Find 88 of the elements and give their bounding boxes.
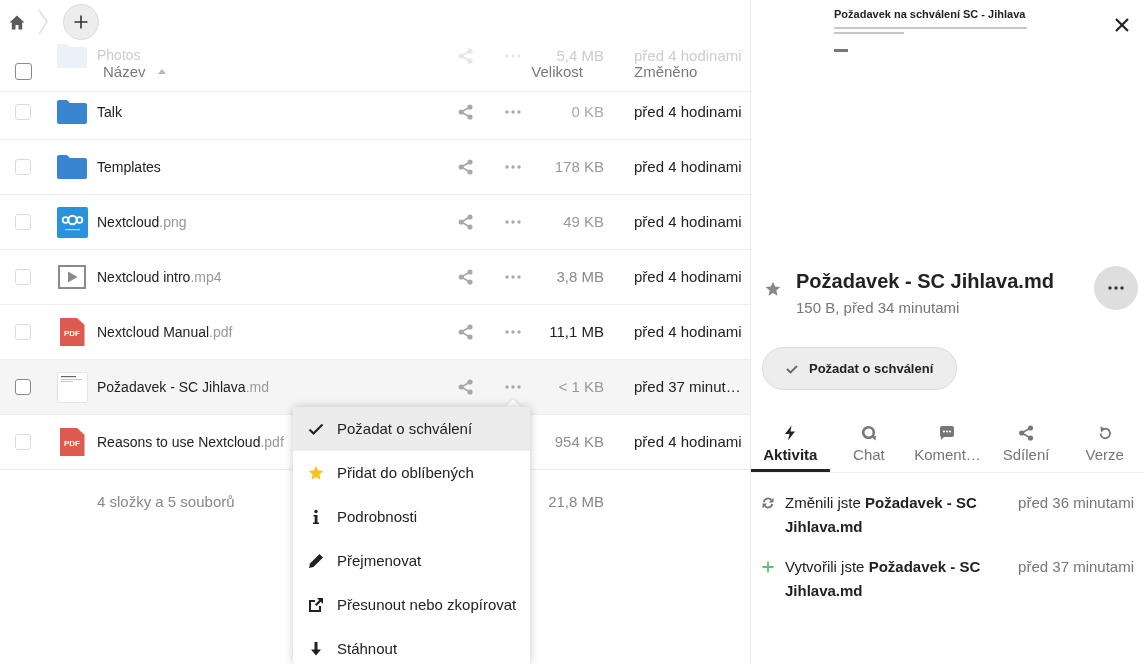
- file-size: < 1 KB: [558, 376, 604, 397]
- menu-item[interactable]: Podrobnosti: [293, 495, 530, 539]
- share-icon[interactable]: [457, 379, 473, 395]
- more-icon[interactable]: [505, 385, 521, 389]
- file-meta: 150 B, před 34 minutami: [796, 298, 960, 318]
- check-icon: [308, 421, 324, 437]
- file-size: 954 KB: [554, 431, 604, 452]
- checkbox[interactable]: [15, 379, 31, 395]
- column-header[interactable]: Velikost: [531, 63, 583, 79]
- more-icon[interactable]: [505, 165, 521, 169]
- file-name[interactable]: Nextcloud intro.mp4: [97, 266, 222, 288]
- more-icon: [1108, 286, 1124, 290]
- more-icon[interactable]: [505, 110, 521, 114]
- pdf-file-icon: PDF: [59, 428, 85, 456]
- total-size: 21,8 MB: [548, 491, 604, 512]
- add-button[interactable]: [63, 4, 99, 40]
- tab[interactable]: Verze: [1065, 420, 1144, 472]
- star-icon: [308, 465, 324, 481]
- file-name[interactable]: Nextcloud.png: [97, 211, 187, 233]
- image-thumbnail-icon: [56, 206, 88, 238]
- menu-item[interactable]: Stáhnout: [293, 627, 530, 664]
- share-icon: [1018, 425, 1035, 441]
- file-name[interactable]: Nextcloud Manual.pdf: [97, 321, 233, 343]
- menu-item[interactable]: Požadat o schválení: [293, 407, 530, 451]
- tab[interactable]: Koment…: [908, 420, 987, 472]
- plus-icon: [74, 15, 88, 29]
- pdf-file-icon: PDF: [59, 318, 85, 346]
- tab[interactable]: Chat: [829, 420, 909, 472]
- more-icon[interactable]: [505, 275, 521, 279]
- chat-bubble-icon: [860, 425, 877, 441]
- file-count-summary: 4 složky a 5 souborů: [97, 491, 235, 512]
- check-icon: [786, 362, 798, 375]
- file-size: 178 KB: [554, 156, 604, 177]
- file-size: 3,8 MB: [556, 266, 604, 287]
- file-row[interactable]: Požadavek - SC Jihlava.md < 1 KB před 37 minut…: [0, 360, 750, 415]
- comment-icon: [939, 425, 956, 441]
- favorite-star-icon[interactable]: [765, 281, 781, 297]
- folder-icon: [57, 100, 87, 124]
- modified-time: před 4 hodinami: [634, 266, 742, 287]
- close-icon[interactable]: [1115, 18, 1129, 32]
- refresh-icon: [762, 497, 774, 509]
- activity-time: před 36 minutami: [1018, 493, 1134, 513]
- file-name[interactable]: Templates: [97, 156, 161, 178]
- modified-time: před 4 hodinami: [634, 321, 742, 342]
- file-name[interactable]: Talk: [97, 101, 122, 123]
- share-icon[interactable]: [457, 159, 473, 175]
- file-size: 11,1 MB: [549, 321, 604, 342]
- more-icon[interactable]: [505, 220, 521, 224]
- pencil-icon: [308, 553, 324, 569]
- more-icon[interactable]: [505, 53, 521, 58]
- modified-time: před 4 hodinami: [634, 156, 742, 177]
- column-header[interactable]: Název: [103, 63, 166, 79]
- file-name[interactable]: Požadavek - SC Jihlava.md: [97, 376, 269, 398]
- sort-arrow-icon: [157, 68, 166, 74]
- file-title: Požadavek - SC Jihlava.md: [796, 269, 1054, 294]
- activity-time: před 37 minutami: [1018, 557, 1134, 577]
- tab[interactable]: Sdílení: [986, 420, 1066, 472]
- modified-time: před 4 hodinami: [634, 211, 742, 232]
- share-icon[interactable]: [457, 324, 473, 340]
- share-icon[interactable]: [457, 214, 473, 230]
- external-link-icon: [308, 597, 324, 613]
- file-size: 0 KB: [571, 101, 604, 122]
- file-size: 49 KB: [563, 211, 604, 232]
- activity-text: Vytvořili jste Požadavek - SC Jihlava.md: [785, 557, 982, 601]
- select-all-checkbox[interactable]: [15, 62, 32, 80]
- folder-icon: [57, 155, 87, 179]
- more-button[interactable]: [1094, 266, 1138, 310]
- file-name[interactable]: Reasons to use Nextcloud.pdf: [97, 431, 284, 453]
- video-file-icon: [58, 265, 86, 289]
- preview-title: Požadavek na schválení SC - Jihlava: [834, 7, 1026, 22]
- share-icon[interactable]: [457, 47, 473, 64]
- breadcrumb-separator-icon: [38, 9, 48, 35]
- plus-icon: [762, 561, 774, 573]
- document-thumbnail-icon: [56, 371, 88, 403]
- home-icon[interactable]: [9, 14, 25, 30]
- approval-request-button[interactable]: Požadat o schválení: [762, 347, 958, 390]
- share-icon[interactable]: [457, 269, 473, 285]
- share-icon[interactable]: [457, 104, 473, 120]
- more-icon[interactable]: [505, 330, 521, 334]
- tab[interactable]: Aktivita: [751, 420, 830, 472]
- modified-time: před 37 minut…: [634, 376, 741, 397]
- menu-item[interactable]: Přidat do oblíbených: [293, 451, 530, 495]
- menu-item[interactable]: Přesunout nebo zkopírovat: [293, 583, 530, 627]
- activity-text: Změnili jste Požadavek - SC Jihlava.md: [785, 493, 978, 537]
- modified-time: před 4 hodinami: [634, 431, 742, 452]
- modified-time: před 4 hodinami: [634, 101, 742, 122]
- column-header[interactable]: Změněno: [634, 63, 698, 79]
- menu-item[interactable]: Přejmenovat: [293, 539, 530, 583]
